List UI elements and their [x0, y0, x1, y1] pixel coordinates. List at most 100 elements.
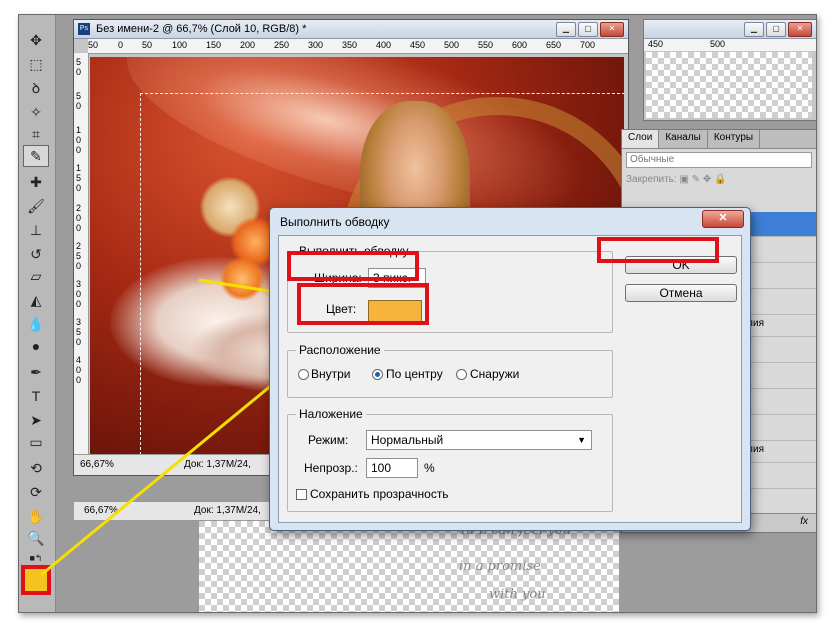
tools-panel: ✥ ⬚ ꝺ ✧ ⌗ ✎ ✚ 🖌 ⊥ ↺ ▱ ◭ 💧 ● ✒ T ➤ ▭ ⟲ ⟳ …	[19, 15, 56, 612]
history-brush-tool-icon[interactable]: ↺	[23, 243, 49, 265]
type-tool-icon[interactable]: T	[23, 385, 49, 407]
foreground-color-swatch[interactable]	[21, 565, 51, 595]
lasso-tool-icon[interactable]: ꝺ	[23, 77, 49, 99]
3d-rotate-tool-icon[interactable]: ⟲	[23, 457, 49, 479]
ruler-tick-label: 0	[76, 261, 82, 271]
dialog-title: Выполнить обводку	[280, 215, 390, 229]
3d-orbit-tool-icon[interactable]: ⟳	[23, 481, 49, 503]
horizontal-ruler: 50 0 50 100 150 200 250 300 350 400 450 …	[88, 39, 628, 54]
eraser-tool-icon[interactable]: ▱	[23, 265, 49, 287]
eyedropper-tool-icon[interactable]: ✎	[23, 145, 49, 167]
ruler-tick-label: 4	[76, 355, 82, 365]
magic-wand-tool-icon[interactable]: ✧	[23, 101, 49, 123]
maximize-button[interactable]: ▢	[578, 22, 598, 37]
handwriting-text-3: with you	[489, 587, 546, 602]
ruler-tick-label: 5	[76, 91, 82, 101]
dodge-tool-icon[interactable]: ●	[23, 335, 49, 357]
tab-layers[interactable]: Слои	[622, 130, 660, 148]
tab-paths[interactable]: Контуры	[708, 130, 761, 148]
tab-channels[interactable]: Каналы	[659, 130, 708, 148]
radio-center-label[interactable]: По центру	[386, 367, 443, 381]
preserve-transparency-checkbox[interactable]	[296, 489, 307, 500]
hand-tool-icon[interactable]: ✋	[23, 505, 49, 527]
ruler-tick-label: 0	[76, 365, 82, 375]
cancel-button[interactable]: Отмена	[625, 284, 737, 302]
lock-label-text: Закрепить:	[626, 174, 677, 185]
ruler-tick-label: 0	[76, 223, 82, 233]
document-zoom[interactable]: 66,67%	[80, 459, 114, 470]
ruler-tick-label: 0	[76, 375, 82, 385]
document2-zoom[interactable]: 66,67%	[84, 505, 118, 516]
ruler-tick-label: 5	[76, 251, 82, 261]
panel-maximize-button[interactable]: ▢	[766, 22, 786, 37]
brush-tool-icon[interactable]: 🖌	[23, 195, 49, 217]
ruler-tick-label: 0	[76, 101, 82, 111]
ruler-tick-label: 300	[308, 40, 324, 50]
ruler-tick-label: 0	[76, 213, 82, 223]
blending-group-label: Наложение	[296, 407, 366, 421]
blur-tool-icon[interactable]: 💧	[23, 313, 49, 335]
paint-bucket-tool-icon[interactable]: ◭	[23, 289, 49, 311]
mode-select[interactable]: Нормальный ▼	[366, 430, 592, 450]
ruler-tick-label: 500	[444, 40, 460, 50]
panel-close-button[interactable]: ✕	[788, 22, 812, 37]
ruler-tick-label: 250	[274, 40, 290, 50]
move-tool-icon[interactable]: ✥	[23, 29, 49, 51]
location-group-label: Расположение	[296, 343, 384, 357]
fx-icon[interactable]: fx	[800, 516, 808, 527]
navigator-panel: ▁ ▢ ✕ 450 500	[643, 19, 816, 121]
healing-brush-tool-icon[interactable]: ✚	[23, 171, 49, 193]
ruler-tick-label: 50	[88, 40, 99, 50]
document-titlebar[interactable]: Ps Без имени-2 @ 66,7% (Слой 10, RGB/8) …	[74, 20, 628, 39]
chevron-down-icon[interactable]: ▼	[577, 431, 586, 449]
mode-value: Нормальный	[371, 433, 444, 447]
clone-stamp-tool-icon[interactable]: ⊥	[23, 219, 49, 241]
annotation-box-color	[297, 283, 429, 325]
mode-label: Режим:	[308, 433, 349, 447]
ruler-tick-label: 5	[76, 173, 82, 183]
opacity-unit: %	[424, 461, 435, 475]
ruler-tick-label: 0	[76, 337, 82, 347]
radio-inside[interactable]	[298, 369, 309, 380]
rectangle-tool-icon[interactable]: ▭	[23, 431, 49, 453]
lock-icons[interactable]: ▣ ✎ ✥ 🔒	[679, 174, 726, 185]
ruler-tick-label: 3	[76, 279, 82, 289]
annotation-box-ok	[597, 237, 719, 263]
minimize-button[interactable]: ▁	[556, 22, 576, 37]
handwriting-text-2: in a promise	[459, 559, 541, 574]
zoom-tool-icon[interactable]: 🔍	[23, 527, 49, 549]
opacity-input[interactable]: 100	[366, 458, 418, 478]
ruler-tick-label: 450	[648, 39, 664, 49]
marquee-tool-icon[interactable]: ⬚	[23, 53, 49, 75]
ruler-tick-label: 550	[478, 40, 494, 50]
vertical-ruler: 5 0 5 0 1 0 0 1 5 0 2 0 0 2 5 0 3 0 0 3 …	[74, 53, 89, 455]
ruler-tick-label: 500	[710, 39, 726, 49]
dialog-close-button[interactable]: ✕	[702, 210, 744, 228]
ruler-tick-label: 2	[76, 241, 82, 251]
ruler-tick-label: 5	[76, 327, 82, 337]
radio-center[interactable]	[372, 369, 383, 380]
radio-outside-label[interactable]: Снаружи	[470, 367, 519, 381]
ruler-tick-label: 400	[376, 40, 392, 50]
ruler-tick-label: 0	[76, 135, 82, 145]
ruler-tick-label: 100	[172, 40, 188, 50]
path-selection-tool-icon[interactable]: ➤	[23, 409, 49, 431]
ruler-tick-label: 350	[342, 40, 358, 50]
ruler-tick-label: 3	[76, 317, 82, 327]
pen-tool-icon[interactable]: ✒	[23, 361, 49, 383]
document2-size: Док: 1,37М/24,	[194, 505, 261, 516]
navigator-ruler: 450 500	[644, 39, 816, 51]
annotation-box-width	[287, 251, 419, 281]
document-size: Док: 1,37М/24,	[184, 459, 251, 470]
ruler-tick-label: 600	[512, 40, 528, 50]
radio-inside-label[interactable]: Внутри	[311, 367, 351, 381]
layer-blend-mode-select[interactable]: Обычные	[626, 152, 812, 168]
ruler-tick-label: 0	[76, 299, 82, 309]
radio-outside[interactable]	[456, 369, 467, 380]
panel-minimize-button[interactable]: ▁	[744, 22, 764, 37]
close-button[interactable]: ✕	[600, 22, 624, 37]
ruler-tick-label: 450	[410, 40, 426, 50]
ruler-tick-label: 0	[118, 40, 124, 50]
crop-tool-icon[interactable]: ⌗	[23, 123, 49, 145]
preserve-transparency-label[interactable]: Сохранить прозрачность	[310, 487, 449, 501]
